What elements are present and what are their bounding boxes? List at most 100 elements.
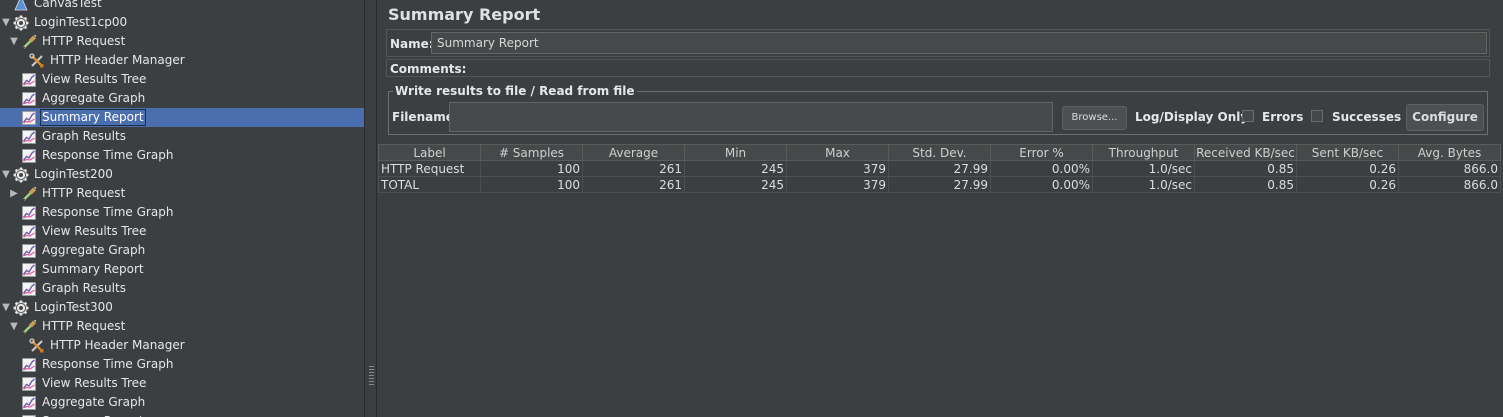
tree-item[interactable]: Response Time Graph (0, 146, 364, 165)
graph-icon (21, 357, 37, 373)
browse-button[interactable]: Browse... (1062, 106, 1127, 130)
tree-item[interactable]: ▶ HTTP Request (0, 184, 364, 203)
tree-item[interactable]: Aggregate Graph (0, 89, 364, 108)
table-cell: 0.85 (1194, 176, 1297, 193)
tools-icon (29, 337, 45, 354)
tree-item[interactable]: ▼ LoginTest300 (0, 298, 364, 317)
tree-item[interactable]: View Results Tree (0, 374, 364, 393)
tree-item[interactable]: ▼ LoginTest200 (0, 165, 364, 184)
column-header[interactable]: Throughput (1092, 144, 1195, 161)
expand-toggle-icon[interactable]: ▼ (1, 17, 11, 28)
table-cell: 0.85 (1194, 160, 1297, 177)
column-header[interactable]: Error % (990, 144, 1093, 161)
gear-icon (13, 15, 29, 31)
tree-item[interactable]: ▼ HTTP Request (0, 317, 364, 336)
errors-label[interactable]: Errors (1262, 110, 1303, 124)
toggle-spacer (9, 132, 19, 142)
successes-checkbox[interactable] (1311, 110, 1323, 122)
toggle-spacer (9, 75, 19, 85)
tree-item[interactable]: Summary Report (0, 412, 364, 417)
table-cell: 245 (684, 160, 787, 177)
table-cell: 100 (480, 160, 583, 177)
results-table[interactable]: Label # Samples Average Min Max Std. Dev. Erro… (378, 144, 1501, 193)
collapse-toggle-icon[interactable]: ▶ (9, 188, 19, 199)
expand-toggle-icon[interactable]: ▼ (1, 169, 11, 180)
tree-item[interactable]: Summary Report (0, 260, 364, 279)
tree-item-label: CanvasTest (34, 0, 102, 10)
tree-item[interactable]: HTTP Header Manager (0, 336, 364, 355)
tree-item-label: Response Time Graph (42, 357, 174, 371)
tree-item[interactable]: View Results Tree (0, 70, 364, 89)
column-header[interactable]: Received KB/sec (1194, 144, 1297, 161)
tree-item-label: LoginTest300 (34, 300, 113, 314)
toggle-spacer (9, 284, 19, 294)
table-cell: 866.0 (1398, 176, 1501, 193)
splitter-grip-icon[interactable] (369, 366, 374, 386)
tree-item-label: HTTP Header Manager (50, 53, 185, 67)
tree-item-label: HTTP Request (42, 34, 126, 48)
tree-item[interactable]: HTTP Header Manager (0, 51, 364, 70)
column-header[interactable]: Label (378, 144, 481, 161)
name-input[interactable] (431, 32, 1487, 54)
column-header[interactable]: Max (786, 144, 889, 161)
tools-icon (29, 52, 45, 69)
tree-item-label: Summary Report (40, 109, 146, 126)
configure-button[interactable]: Configure (1406, 104, 1484, 131)
tree-item[interactable]: ▼ HTTP Request (0, 32, 364, 51)
name-label: Name: (390, 37, 434, 51)
test-plan-tree[interactable]: CanvasTest ▼ LoginTest1cp00 ▼ HTTP Request HT… (0, 0, 364, 417)
tree-item[interactable]: Aggregate Graph (0, 241, 364, 260)
pipette-icon (21, 186, 37, 202)
tree-item[interactable]: Aggregate Graph (0, 393, 364, 412)
tree-item-label: View Results Tree (42, 72, 147, 86)
expand-toggle-icon[interactable]: ▼ (1, 302, 11, 313)
table-row[interactable]: HTTP Request 100 261 245 379 27.99 0.00% 1.0/se… (378, 160, 1501, 177)
table-cell: 261 (582, 176, 685, 193)
column-header[interactable]: Min (684, 144, 787, 161)
comments-label: Comments: (390, 62, 467, 76)
tree-item[interactable]: Graph Results (0, 279, 364, 298)
tree-item[interactable]: Response Time Graph (0, 203, 364, 222)
comments-row[interactable]: Comments: (386, 59, 1490, 77)
write-results-group: Write results to file / Read from file F… (388, 84, 1488, 135)
successes-label[interactable]: Successes (1332, 110, 1401, 124)
tree-item[interactable]: Graph Results (0, 127, 364, 146)
tree-item[interactable]: View Results Tree (0, 222, 364, 241)
expand-toggle-icon[interactable]: ▼ (9, 36, 19, 47)
column-header[interactable]: # Samples (480, 144, 583, 161)
tree-item-label: Aggregate Graph (42, 91, 146, 105)
filename-input[interactable] (449, 102, 1053, 132)
gear-icon (13, 167, 29, 183)
toggle-spacer (9, 360, 19, 370)
errors-checkbox[interactable] (1242, 110, 1254, 122)
column-header[interactable]: Sent KB/sec (1296, 144, 1399, 161)
graph-icon (21, 395, 37, 411)
tree-item[interactable]: Summary Report (0, 108, 364, 127)
tree-item[interactable]: CanvasTest (0, 0, 364, 13)
tree-item-label: HTTP Request (42, 186, 126, 200)
column-header[interactable]: Std. Dev. (888, 144, 991, 161)
table-row[interactable]: TOTAL 100 261 245 379 27.99 0.00% 1.0/sec 0.85 0.… (378, 176, 1501, 193)
split-pane-divider[interactable] (364, 0, 377, 417)
expand-toggle-icon[interactable]: ▼ (9, 321, 19, 332)
toggle-spacer (9, 94, 19, 104)
graph-icon (21, 281, 37, 297)
results-table-area[interactable]: Label # Samples Average Min Max Std. Dev. Erro… (378, 144, 1503, 417)
tree-item-label: Graph Results (42, 281, 126, 295)
graph-icon (21, 376, 37, 392)
tree-item[interactable]: Response Time Graph (0, 355, 364, 374)
tree-item[interactable]: ▼ LoginTest1cp00 (0, 13, 364, 32)
tree-item-label: Aggregate Graph (42, 243, 146, 257)
toggle-spacer (1, 0, 11, 9)
tree-item-label: View Results Tree (42, 224, 147, 238)
write-results-group-title: Write results to file / Read from file (393, 84, 637, 98)
pipette-icon (21, 319, 37, 335)
column-header[interactable]: Average (582, 144, 685, 161)
toggle-spacer (9, 113, 19, 123)
column-header[interactable]: Avg. Bytes (1398, 144, 1501, 161)
tree-item-label: HTTP Header Manager (50, 338, 185, 352)
graph-icon (21, 414, 37, 417)
toggle-spacer (9, 246, 19, 256)
page-title: Summary Report (388, 5, 541, 24)
table-cell: 0.00% (990, 160, 1093, 177)
